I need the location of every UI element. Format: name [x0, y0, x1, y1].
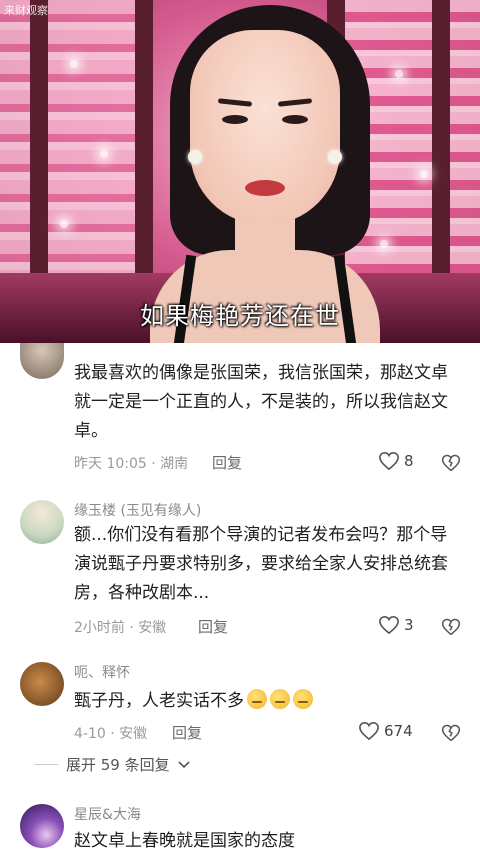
sleepy-emoji-icon: [293, 689, 313, 709]
comment-text: 我最喜欢的偶像是张国荣，我信张国荣，那赵文卓就一定是一个正直的人，不是装的，所以…: [74, 363, 448, 441]
reply-button[interactable]: 回复: [172, 722, 202, 743]
eyebrow: [217, 98, 253, 107]
comment-time-location: 4-10 · 安徽: [74, 726, 148, 742]
video-watermark: 来财观察: [4, 4, 48, 17]
heart-outline-icon: [379, 615, 399, 635]
broken-heart-icon[interactable]: [441, 453, 461, 473]
like-button[interactable]: 8: [378, 451, 414, 471]
comment-time-location: 昨天 10:05 · 湖南: [74, 456, 189, 472]
chevron-down-icon: [178, 760, 190, 768]
performer: [150, 0, 380, 343]
user-avatar[interactable]: [20, 662, 64, 706]
user-avatar[interactable]: [20, 500, 64, 544]
sparkle: [70, 60, 78, 68]
comment-username[interactable]: [74, 335, 124, 347]
comment-username[interactable]: 星辰&大海: [74, 804, 141, 824]
like-count: 3: [404, 616, 414, 634]
eye: [222, 115, 248, 124]
sparkle: [60, 220, 68, 228]
sleepy-emoji-icon: [270, 689, 290, 709]
sleepy-emoji-icon: [247, 689, 267, 709]
video-player[interactable]: 来财观察 如果梅艳芳还在世: [0, 0, 480, 343]
heart-outline-icon: [359, 721, 379, 741]
performer-face: [190, 30, 340, 225]
user-avatar[interactable]: [20, 343, 64, 379]
expand-replies-button[interactable]: 展开 59 条回复: [34, 754, 190, 775]
comment-username[interactable]: 缘玉楼 (玉见有缘人): [74, 500, 201, 520]
mouth: [245, 180, 285, 196]
eye: [282, 115, 308, 124]
like-count: 8: [404, 452, 414, 470]
heart-outline-icon: [379, 451, 399, 471]
eyebrow: [277, 98, 313, 107]
user-avatar[interactable]: [20, 804, 64, 848]
comment-time-location: 2小时前 · 安徽: [74, 620, 167, 636]
like-button[interactable]: 674: [358, 721, 413, 741]
video-subtitle: 如果梅艳芳还在世: [140, 302, 340, 330]
comment-text-row: 甄子丹，人老实话不多: [74, 687, 464, 716]
comment-text: 额...你们没有看那个导演的记者发布会吗？那个导演说甄子丹要求特别多，要求给全家…: [74, 525, 448, 603]
earring: [188, 150, 202, 164]
sparkle: [100, 150, 108, 158]
comment-username[interactable]: 呃、释怀: [74, 662, 130, 682]
like-count: 674: [384, 722, 413, 740]
like-button[interactable]: 3: [378, 615, 414, 635]
comment-text: 甄子丹，人老实话不多: [74, 691, 244, 711]
sparkle: [380, 240, 388, 248]
sparkle: [395, 70, 403, 78]
expand-replies-label: 展开 59 条回复: [66, 756, 170, 774]
sparkle: [420, 170, 428, 178]
divider-line: [34, 764, 58, 765]
comment-text: 赵文卓上春晚就是国家的态度: [74, 831, 295, 851]
reply-button[interactable]: 回复: [198, 616, 228, 637]
broken-heart-icon[interactable]: [441, 723, 461, 743]
reply-button[interactable]: 回复: [212, 452, 242, 473]
earring: [328, 150, 342, 164]
broken-heart-icon[interactable]: [441, 617, 461, 637]
